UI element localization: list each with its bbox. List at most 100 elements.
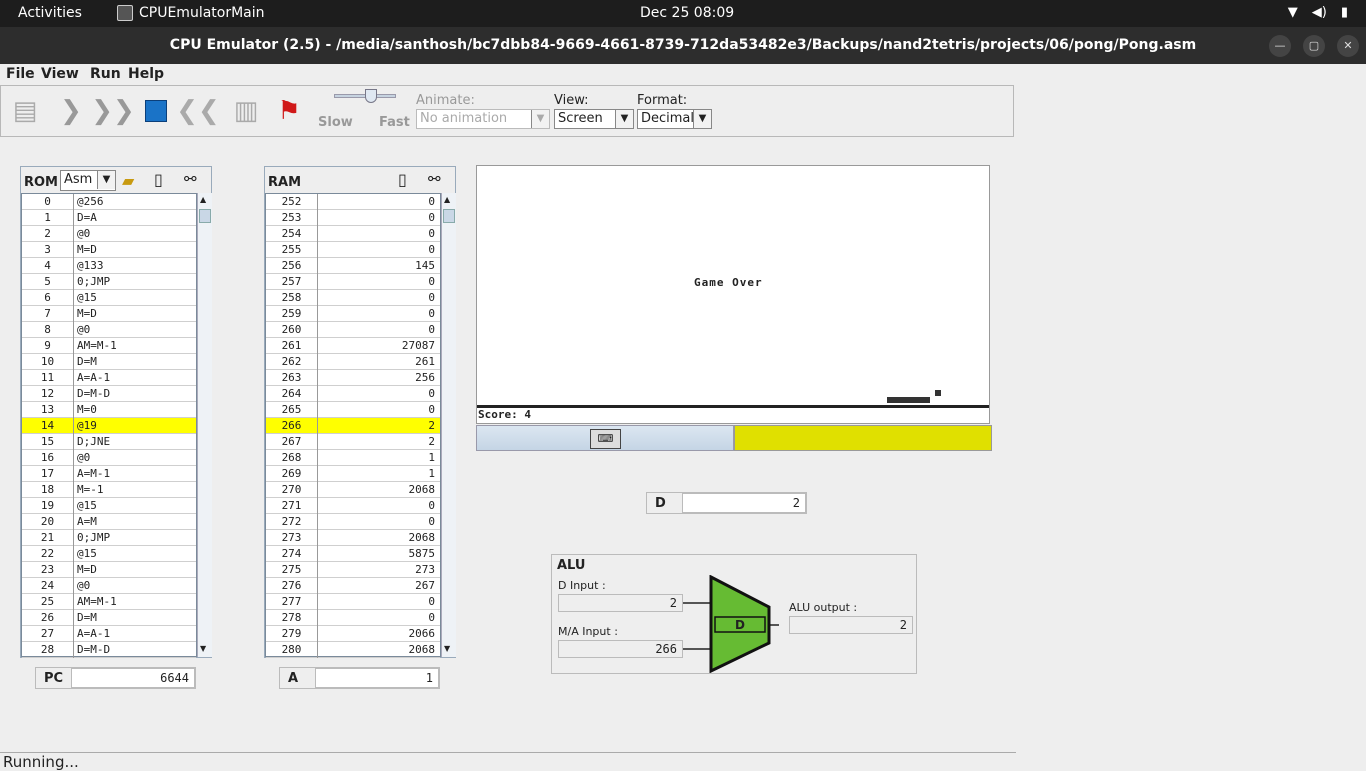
ram-row[interactable]: 267 2: [266, 434, 440, 450]
rom-value[interactable]: M=D: [77, 242, 193, 258]
animate-select[interactable]: No animation ▼: [416, 109, 550, 129]
rom-row[interactable]: 17 A=M-1: [22, 466, 196, 482]
ram-row[interactable]: 254 0: [266, 226, 440, 242]
ram-row[interactable]: 260 0: [266, 322, 440, 338]
run-button[interactable]: ❯❯: [91, 92, 135, 130]
rom-row[interactable]: 28 D=M-D: [22, 642, 196, 658]
ram-scroll-thumb[interactable]: [443, 209, 455, 223]
ram-row[interactable]: 258 0: [266, 290, 440, 306]
rom-row[interactable]: 15 D;JNE: [22, 434, 196, 450]
rom-value[interactable]: M=D: [77, 306, 193, 322]
ram-value[interactable]: 267: [321, 578, 437, 594]
ram-value[interactable]: 0: [321, 594, 437, 610]
rom-row[interactable]: 12 D=M-D: [22, 386, 196, 402]
rom-value[interactable]: M=0: [77, 402, 193, 418]
ram-value[interactable]: 0: [321, 226, 437, 242]
ram-value[interactable]: 256: [321, 370, 437, 386]
ram-value[interactable]: 0: [321, 402, 437, 418]
menu-help[interactable]: Help: [128, 66, 164, 82]
ram-row[interactable]: 261 27087: [266, 338, 440, 354]
stop-button[interactable]: [136, 92, 176, 130]
rom-row[interactable]: 0 @256: [22, 194, 196, 210]
rom-format-select[interactable]: Asm ▼: [60, 170, 116, 191]
clear-ram-button[interactable]: ▯: [398, 170, 407, 189]
ram-value[interactable]: 2068: [321, 642, 437, 658]
rom-value[interactable]: @0: [77, 450, 193, 466]
ram-value[interactable]: 0: [321, 194, 437, 210]
ram-value[interactable]: 273: [321, 562, 437, 578]
minimize-button[interactable]: —: [1269, 35, 1291, 57]
rom-row[interactable]: 18 M=-1: [22, 482, 196, 498]
rom-row[interactable]: 4 @133: [22, 258, 196, 274]
rom-row[interactable]: 2 @0: [22, 226, 196, 242]
rom-value[interactable]: D=M-D: [77, 642, 193, 658]
ram-value[interactable]: 0: [321, 514, 437, 530]
rom-row[interactable]: 8 @0: [22, 322, 196, 338]
scroll-up-icon[interactable]: ▲: [200, 195, 206, 204]
find-ram-button[interactable]: ⚯: [428, 170, 441, 188]
ram-row[interactable]: 278 0: [266, 610, 440, 626]
keyboard-button[interactable]: ⌨: [476, 425, 734, 451]
reset-button[interactable]: ❮❮: [176, 92, 220, 130]
ram-value[interactable]: 145: [321, 258, 437, 274]
rom-value[interactable]: D=M: [77, 610, 193, 626]
rom-value[interactable]: D=M-D: [77, 386, 193, 402]
rom-value[interactable]: M=-1: [77, 482, 193, 498]
ram-row[interactable]: 257 0: [266, 274, 440, 290]
scroll-down-icon[interactable]: ▼: [444, 644, 450, 653]
rom-value[interactable]: @256: [77, 194, 193, 210]
rom-row[interactable]: 27 A=A-1: [22, 626, 196, 642]
rom-value[interactable]: AM=M-1: [77, 338, 193, 354]
activities-button[interactable]: Activities: [18, 5, 82, 21]
rom-row[interactable]: 21 0;JMP: [22, 530, 196, 546]
load-rom-button[interactable]: ▰: [122, 171, 134, 190]
ram-row[interactable]: 259 0: [266, 306, 440, 322]
menu-file[interactable]: File: [6, 66, 35, 82]
app-menu[interactable]: CPUEmulatorMain: [117, 5, 265, 21]
rom-row[interactable]: 23 M=D: [22, 562, 196, 578]
rom-row[interactable]: 19 @15: [22, 498, 196, 514]
rom-value[interactable]: @15: [77, 546, 193, 562]
rom-row[interactable]: 16 @0: [22, 450, 196, 466]
ram-row[interactable]: 256 145: [266, 258, 440, 274]
ram-row[interactable]: 262 261: [266, 354, 440, 370]
ram-row[interactable]: 252 0: [266, 194, 440, 210]
ram-value[interactable]: 0: [321, 498, 437, 514]
breakpoints-button[interactable]: ⚑: [269, 92, 309, 130]
ram-value[interactable]: 0: [321, 386, 437, 402]
rom-value[interactable]: A=A-1: [77, 626, 193, 642]
menu-run[interactable]: Run: [90, 66, 121, 82]
rom-value[interactable]: A=M: [77, 514, 193, 530]
pc-value[interactable]: 6644: [71, 668, 195, 688]
rom-value[interactable]: 0;JMP: [77, 530, 193, 546]
ram-row[interactable]: 253 0: [266, 210, 440, 226]
ram-value[interactable]: 0: [321, 610, 437, 626]
ram-row[interactable]: 271 0: [266, 498, 440, 514]
menu-view[interactable]: View: [41, 66, 79, 82]
system-tray[interactable]: ▼ ◀) ▮: [1288, 5, 1348, 20]
rom-value[interactable]: @0: [77, 322, 193, 338]
rom-table[interactable]: 0 @256 1 D=A 2 @0 3 M=D 4 @133 5 0;JMP 6 @15 7 M=D 8 @0 9 A…: [21, 193, 197, 658]
rom-row[interactable]: 3 M=D: [22, 242, 196, 258]
rom-value[interactable]: D=A: [77, 210, 193, 226]
ram-value[interactable]: 2: [321, 434, 437, 450]
rom-value[interactable]: @15: [77, 498, 193, 514]
rom-row[interactable]: 1 D=A: [22, 210, 196, 226]
ram-row[interactable]: 273 2068: [266, 530, 440, 546]
rom-scroll-thumb[interactable]: [199, 209, 211, 223]
rom-row[interactable]: 24 @0: [22, 578, 196, 594]
rom-row[interactable]: 10 D=M: [22, 354, 196, 370]
ram-row[interactable]: 265 0: [266, 402, 440, 418]
ram-scrollbar[interactable]: ▲ ▼: [441, 193, 456, 657]
ram-value[interactable]: 0: [321, 242, 437, 258]
ram-value[interactable]: 2068: [321, 530, 437, 546]
ram-row[interactable]: 263 256: [266, 370, 440, 386]
rom-value[interactable]: A=A-1: [77, 370, 193, 386]
rom-value[interactable]: @15: [77, 290, 193, 306]
maximize-button[interactable]: ▢: [1303, 35, 1325, 57]
rom-value[interactable]: @0: [77, 578, 193, 594]
ram-row[interactable]: 255 0: [266, 242, 440, 258]
rom-row[interactable]: 26 D=M: [22, 610, 196, 626]
ram-value[interactable]: 27087: [321, 338, 437, 354]
ram-row[interactable]: 270 2068: [266, 482, 440, 498]
